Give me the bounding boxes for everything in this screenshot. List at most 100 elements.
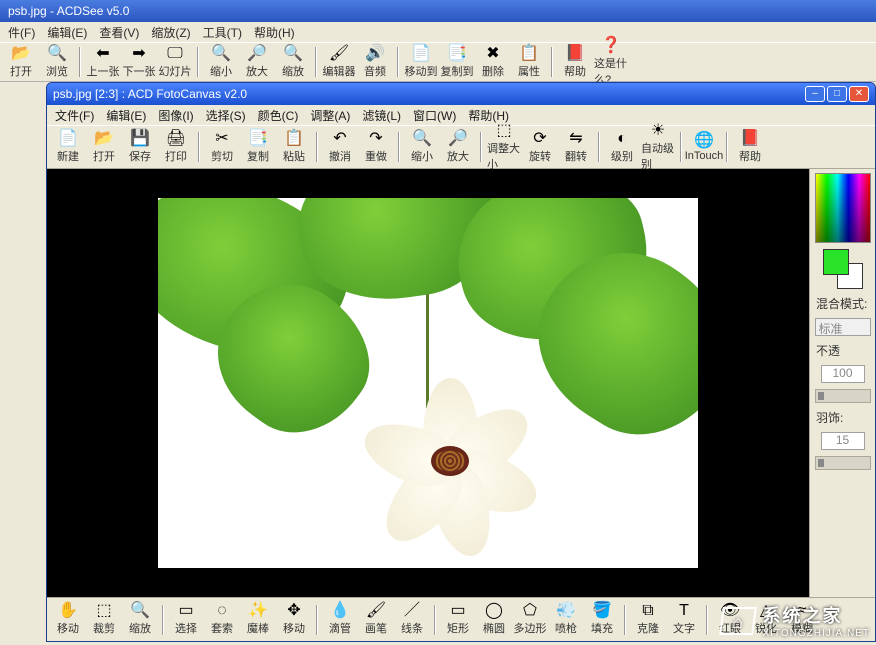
zoom-button[interactable]: 🔍缩放 — [276, 44, 310, 80]
brush-tool[interactable]: 🖌画笔 — [359, 602, 393, 638]
whatis-button[interactable]: ❓这是什么? — [594, 44, 628, 80]
copyto-button[interactable]: 📑复制到 — [440, 44, 474, 80]
fill-tool[interactable]: 🪣填充 — [585, 602, 619, 638]
menu-item[interactable]: 件(F) — [8, 26, 35, 40]
moveto-button[interactable]: 📄移动到 — [404, 44, 438, 80]
toolbar-label: 魔棒 — [247, 620, 269, 636]
zoomout-button[interactable]: 🔍缩小 — [405, 129, 439, 165]
opacity-input[interactable]: 100 — [821, 365, 865, 383]
menu-item[interactable]: 调整(A) — [310, 109, 350, 123]
undo-button[interactable]: ↶撤消 — [323, 129, 357, 165]
editor-button[interactable]: 🖌编辑器 — [322, 44, 356, 80]
menu-item[interactable]: 帮助(H) — [468, 109, 509, 123]
print-button[interactable]: 🖨打印 — [159, 129, 193, 165]
menu-item[interactable]: 文件(F) — [55, 109, 94, 123]
fg-bg-colors[interactable] — [823, 249, 863, 289]
menu-item[interactable]: 图像(I) — [158, 109, 193, 123]
menu-item[interactable]: 滤镜(L) — [362, 109, 401, 123]
levels-button[interactable]: ◐级别 — [605, 129, 639, 165]
delete-button[interactable]: ✖删除 — [476, 44, 510, 80]
eyedrop-tool[interactable]: 💧滴管 — [323, 602, 357, 638]
maximize-button[interactable]: □ — [827, 86, 847, 102]
prev-button[interactable]: ⬅上一张 — [86, 44, 120, 80]
intouch-button[interactable]: 🌐InTouch — [687, 129, 721, 165]
minimize-button[interactable]: ‒ — [805, 86, 825, 102]
menu-item[interactable]: 选择(S) — [206, 109, 246, 123]
props-button[interactable]: 📋属性 — [512, 44, 546, 80]
autolevels-button[interactable]: ☀自动级别 — [641, 129, 675, 165]
menu-item[interactable]: 查看(V) — [99, 26, 139, 40]
menu-item[interactable]: 窗口(W) — [413, 109, 456, 123]
zoomout-button[interactable]: 🔍缩小 — [204, 44, 238, 80]
zoomin-button[interactable]: 🔎放大 — [240, 44, 274, 80]
menu-item[interactable]: 编辑(E) — [47, 26, 87, 40]
whatis-icon: ❓ — [601, 38, 621, 54]
redo-button[interactable]: ↷重做 — [359, 129, 393, 165]
select-tool[interactable]: ▭选择 — [169, 602, 203, 638]
save-icon: 💾 — [130, 131, 150, 147]
close-button[interactable]: ✕ — [849, 86, 869, 102]
open-button[interactable]: 📂打开 — [87, 129, 121, 165]
cut-button[interactable]: ✂剪切 — [205, 129, 239, 165]
toolbar-label: 裁剪 — [93, 620, 115, 636]
feather-input[interactable]: 15 — [821, 432, 865, 450]
slideshow-button[interactable]: 🖵幻灯片 — [158, 44, 192, 80]
polygon-tool[interactable]: ⬠多边形 — [513, 602, 547, 638]
foreground-color[interactable] — [823, 249, 849, 275]
toolbar-label: 复制 — [247, 148, 269, 164]
movesel-icon: ✥ — [287, 603, 300, 619]
blend-mode-select[interactable]: 标准 — [815, 318, 871, 336]
save-button[interactable]: 💾保存 — [123, 129, 157, 165]
lasso-tool[interactable]: ◌套索 — [205, 602, 239, 638]
menu-item[interactable]: 编辑(E) — [106, 109, 146, 123]
menu-item[interactable]: 工具(T) — [203, 26, 242, 40]
help-button[interactable]: 📕帮助 — [733, 129, 767, 165]
clone-tool[interactable]: ⧉克隆 — [631, 602, 665, 638]
feather-slider[interactable] — [815, 456, 871, 470]
menu-item[interactable]: 缩放(Z) — [151, 26, 190, 40]
opacity-slider[interactable] — [815, 389, 871, 403]
lasso-icon: ◌ — [217, 603, 227, 619]
audio-button[interactable]: 🔊音频 — [358, 44, 392, 80]
help-button[interactable]: 📕帮助 — [558, 44, 592, 80]
toolbar-label: 锐化 — [755, 620, 777, 636]
menu-item[interactable]: 颜色(C) — [258, 109, 299, 123]
line-tool[interactable]: ／线条 — [395, 602, 429, 638]
crop-tool[interactable]: ⬚裁剪 — [87, 602, 121, 638]
browse-icon: 🔍 — [47, 46, 67, 62]
zoomin-button[interactable]: 🔎放大 — [441, 129, 475, 165]
movesel-tool[interactable]: ✥移动 — [277, 602, 311, 638]
redeye-tool[interactable]: 👁红眼 — [713, 602, 747, 638]
browse-button[interactable]: 🔍浏览 — [40, 44, 74, 80]
copy-button[interactable]: 📑复制 — [241, 129, 275, 165]
acdsee-title-text: psb.jpg - ACDSee v5.0 — [8, 4, 129, 18]
rect-tool[interactable]: ▭矩形 — [441, 602, 475, 638]
toolbar-label: 浏览 — [46, 63, 68, 79]
new-button[interactable]: 📄新建 — [51, 129, 85, 165]
color-spectrum[interactable] — [815, 173, 871, 243]
spray-tool[interactable]: 💨喷枪 — [549, 602, 583, 638]
ellipse-tool[interactable]: ◯椭圆 — [477, 602, 511, 638]
zoom-icon: 🔍 — [130, 603, 150, 619]
resize-button[interactable]: ⬚调整大小 — [487, 129, 521, 165]
toolbar-label: 删除 — [482, 63, 504, 79]
print-icon: 🖨 — [166, 131, 186, 147]
toolbar-label: 缩小 — [411, 148, 433, 164]
paste-button[interactable]: 📋粘贴 — [277, 129, 311, 165]
canvas-area[interactable] — [47, 169, 809, 597]
rotate-button[interactable]: ⟳旋转 — [523, 129, 557, 165]
move-tool[interactable]: ✋移动 — [51, 602, 85, 638]
menu-item[interactable]: 帮助(H) — [254, 26, 295, 40]
blur-tool[interactable]: ≈模糊 — [785, 602, 819, 638]
separator — [162, 605, 164, 635]
open-button[interactable]: 📂打开 — [4, 44, 38, 80]
separator — [398, 132, 400, 162]
toolbar-label: 帮助 — [564, 63, 586, 79]
wand-tool[interactable]: ✨魔棒 — [241, 602, 275, 638]
zoom-tool[interactable]: 🔍缩放 — [123, 602, 157, 638]
flip-button[interactable]: ⇋翻转 — [559, 129, 593, 165]
text-tool[interactable]: T文字 — [667, 602, 701, 638]
next-button[interactable]: ➡下一张 — [122, 44, 156, 80]
fotocanvas-titlebar[interactable]: psb.jpg [2:3] : ACD FotoCanvas v2.0 ‒ □ … — [47, 83, 875, 105]
sharpen-tool[interactable]: △锐化 — [749, 602, 783, 638]
